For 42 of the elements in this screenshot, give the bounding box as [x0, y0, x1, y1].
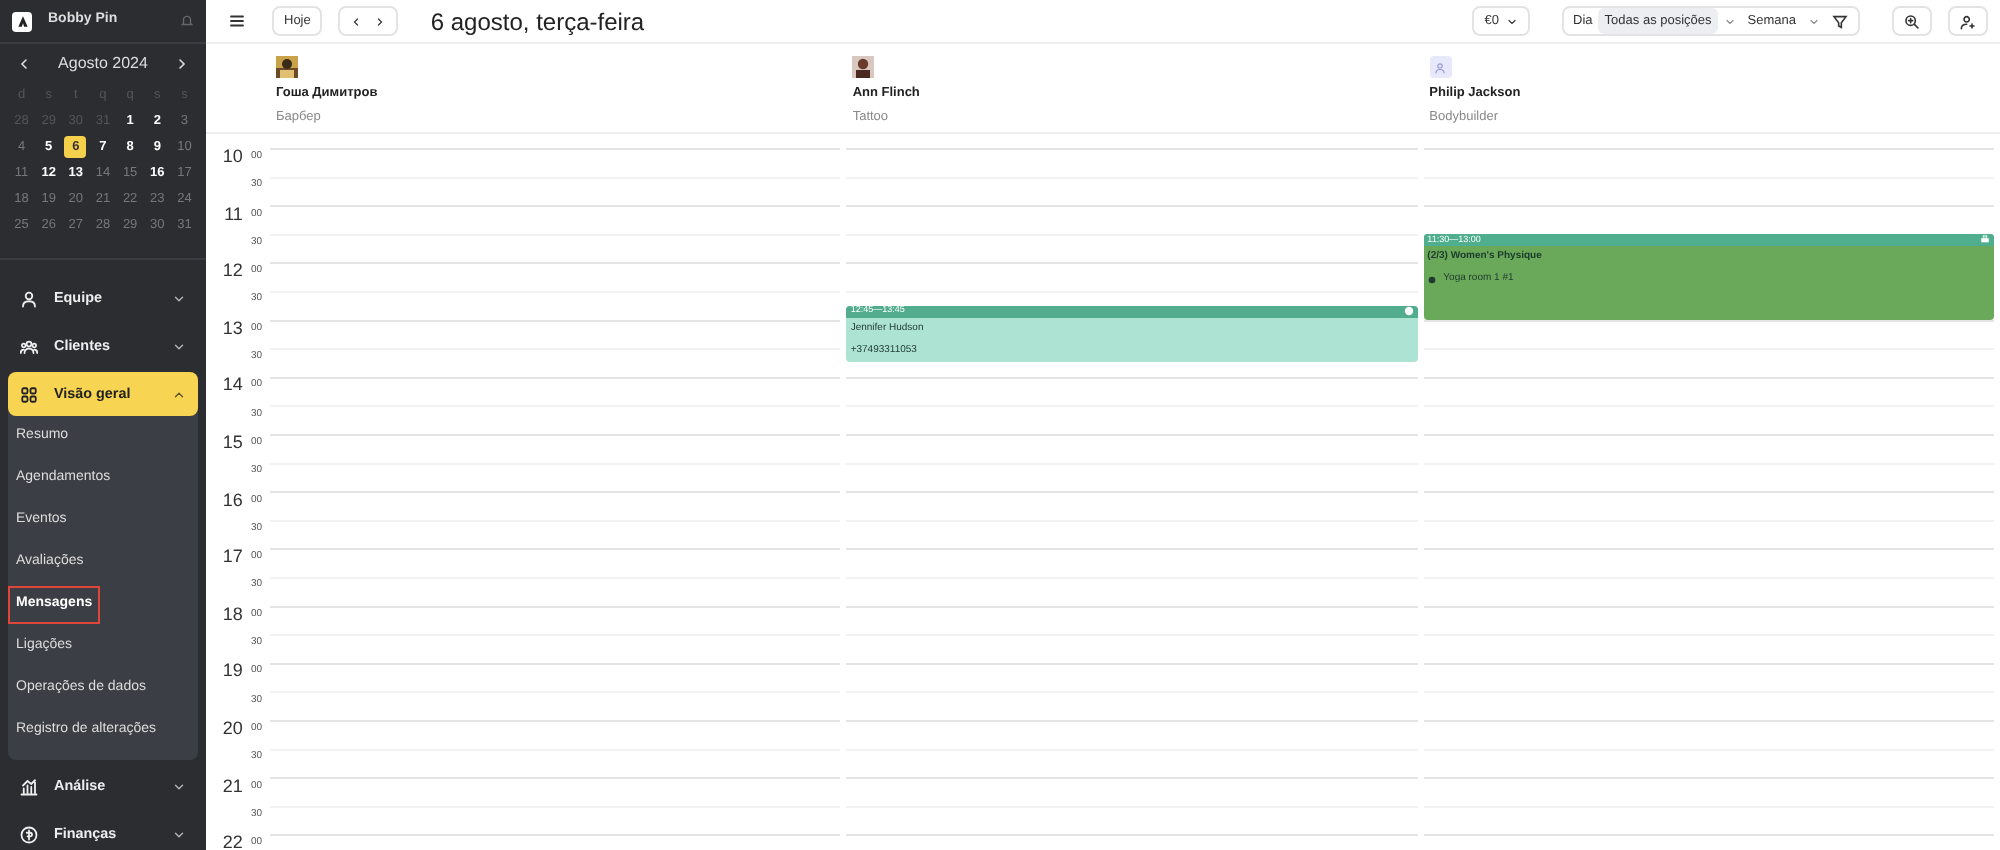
caret-icon[interactable]: [1723, 15, 1736, 27]
user-settings-icon: [1960, 13, 1976, 29]
staff-settings-button[interactable]: [1948, 6, 1988, 36]
zoom-icon: [1904, 13, 1920, 29]
person-icon: [20, 289, 38, 307]
hour-label: 17: [222, 546, 243, 567]
hour-label: 21: [222, 775, 243, 796]
chevron-left-icon[interactable]: [16, 56, 32, 72]
hour-label: 16: [222, 489, 243, 510]
caret-icon[interactable]: [1808, 15, 1820, 27]
hour-label: 13: [222, 317, 243, 338]
hour-label: 19: [222, 660, 243, 681]
chevron-left-icon: [350, 15, 363, 27]
grid-icon: [20, 385, 38, 403]
hour-label: 18: [222, 603, 243, 624]
month-title: Agosto 2024: [58, 52, 148, 76]
chevron-up-icon: [172, 387, 186, 401]
hour-label: 22: [222, 832, 243, 850]
coin-icon: [20, 825, 38, 843]
chart-icon: [20, 777, 38, 795]
hour-label: 15: [222, 431, 243, 452]
chevron-down-icon: [172, 291, 186, 305]
chevron-down-icon: [172, 827, 186, 841]
bell-icon[interactable]: [180, 14, 194, 28]
hour-label: 12: [222, 260, 243, 281]
chevron-down-icon: [172, 779, 186, 793]
chevron-down-icon: [172, 339, 186, 353]
people-icon: [20, 337, 38, 355]
chevron-right-icon: [374, 15, 387, 27]
logo-icon: [12, 11, 32, 31]
caret-icon: [1505, 15, 1518, 27]
zoom-button[interactable]: [1892, 6, 1932, 36]
chevron-right-icon[interactable]: [174, 56, 190, 72]
menu-icon: [228, 12, 246, 30]
filter-icon: [1832, 13, 1848, 29]
hour-label: 20: [222, 717, 243, 738]
location-icon: [1427, 276, 1436, 285]
hour-label: 14: [222, 374, 243, 395]
hour-label: 11: [224, 203, 243, 224]
info-icon: [1403, 306, 1414, 317]
date-title: 6 agosto, terça-feira: [430, 5, 645, 39]
hour-label: 10: [222, 146, 243, 166]
